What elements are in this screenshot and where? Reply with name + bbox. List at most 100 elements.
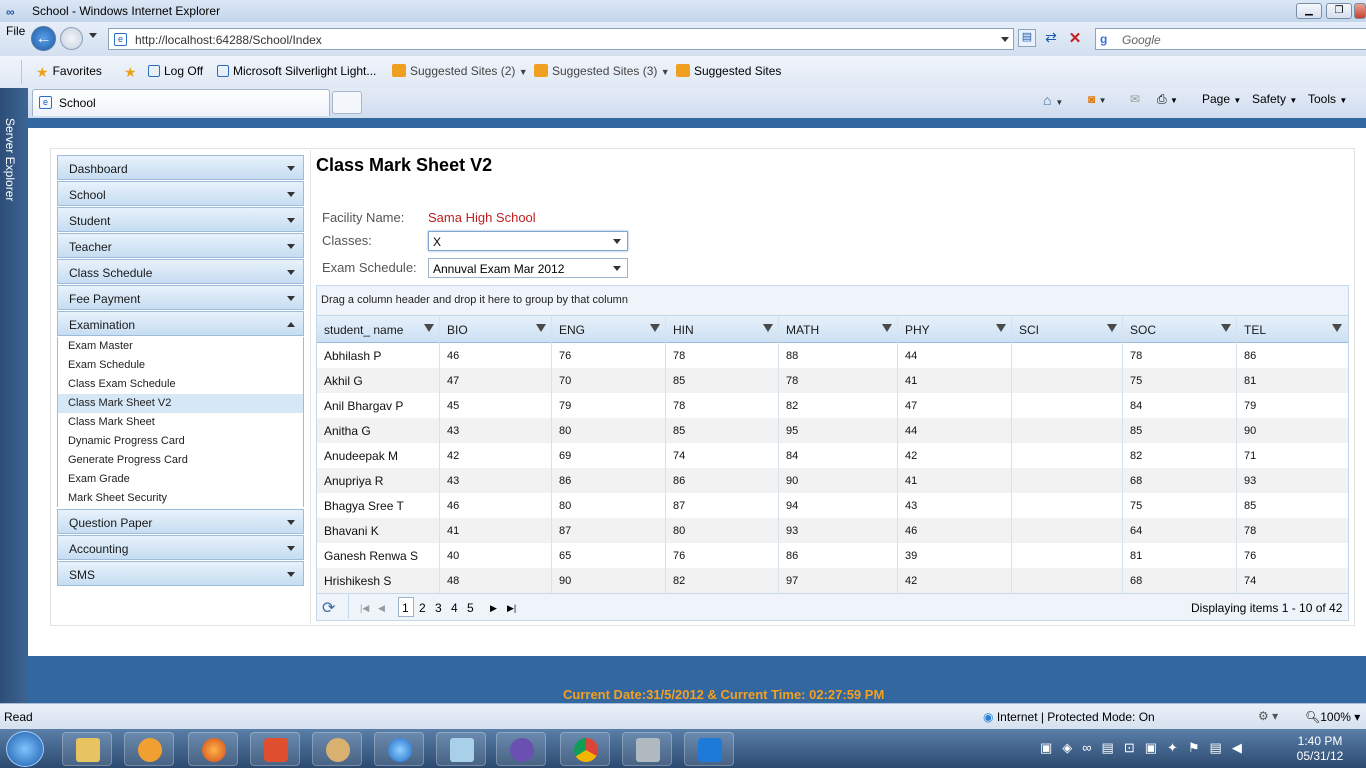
taskbar-ie[interactable] [374,732,424,766]
taskbar-paint[interactable] [312,732,362,766]
menu-sms[interactable]: SMS [57,561,304,586]
table-row[interactable] [317,568,1348,593]
file-menu[interactable]: File [6,24,25,38]
column-header-6[interactable]: SCI [1019,323,1039,337]
add-favorite-icon[interactable]: ★ [124,64,137,81]
table-row[interactable] [317,393,1348,418]
page-menu[interactable]: Page ▼ [1202,92,1241,106]
tools-menu[interactable]: Tools ▼ [1308,92,1347,106]
submenu-mark-sheet-security[interactable]: Mark Sheet Security [68,489,167,508]
filter-icon[interactable] [882,324,892,332]
menu-class-schedule[interactable]: Class Schedule [57,259,304,284]
page-1[interactable]: 1 [402,601,409,615]
menu-examination[interactable]: Examination [57,311,304,336]
server-explorer-panel[interactable]: Server Explorer [0,88,28,703]
submenu-exam-master[interactable]: Exam Master [68,337,133,356]
filter-icon[interactable] [424,324,434,332]
next-page-icon[interactable]: ▶ [490,603,497,614]
submenu-class-exam-schedule[interactable]: Class Exam Schedule [68,375,176,394]
taskbar-notepad[interactable] [436,732,486,766]
protected-mode-icon[interactable]: ⚙ ▾ [1258,709,1278,723]
close-button[interactable] [1354,3,1366,19]
taskbar-media-player[interactable] [124,732,174,766]
column-header-2[interactable]: ENG [559,323,585,337]
classes-select[interactable]: X [428,231,628,251]
menu-question-paper[interactable]: Question Paper [57,509,304,534]
filter-icon[interactable] [650,324,660,332]
home-icon[interactable]: ⌂ ▼ [1043,92,1063,108]
first-page-icon[interactable]: |◀ [360,603,369,614]
last-page-icon[interactable]: ▶| [507,603,516,614]
submenu-exam-grade[interactable]: Exam Grade [68,470,130,489]
fav-suggested-sites[interactable]: Suggested Sites [676,64,781,78]
favorites-sidebar-icon[interactable] [6,60,22,84]
menu-fee-payment[interactable]: Fee Payment [57,285,304,310]
column-header-4[interactable]: MATH [786,323,819,337]
forward-button[interactable] [60,27,83,50]
fav-link-silverlight[interactable]: Microsoft Silverlight Light... [217,64,376,78]
start-button[interactable] [6,731,44,767]
compatibility-icon[interactable]: ▤ [1018,29,1036,47]
feeds-icon[interactable]: ◙ ▼ [1088,92,1107,106]
taskbar-visual-studio[interactable] [496,732,546,766]
page-5[interactable]: 5 [467,601,474,615]
filter-icon[interactable] [536,324,546,332]
table-row[interactable] [317,543,1348,568]
system-tray-icons[interactable]: ▣◈∞▤⊡▣✦⚑▤◀ [1040,740,1280,758]
clock[interactable]: 1:40 PM 05/31/12 [1290,734,1350,764]
group-panel[interactable]: Drag a column header and drop it here to… [317,286,1348,316]
taskbar-teamviewer[interactable] [684,732,734,766]
column-header-1[interactable]: BIO [447,323,468,337]
menu-school[interactable]: School [57,181,304,206]
page-3[interactable]: 3 [435,601,442,615]
submenu-dynamic-progress-card[interactable]: Dynamic Progress Card [68,432,185,451]
menu-dashboard[interactable]: Dashboard [57,155,304,180]
table-row[interactable] [317,518,1348,543]
search-box[interactable]: g Google [1095,28,1366,50]
menu-accounting[interactable]: Accounting [57,535,304,560]
submenu-generate-progress-card[interactable]: Generate Progress Card [68,451,188,470]
refresh-icon[interactable]: ⇄ [1042,29,1060,47]
address-bar[interactable]: e http://localhost:64288/School/Index [108,28,1014,50]
history-dropdown-icon[interactable] [89,33,97,38]
filter-icon[interactable] [1221,324,1231,332]
zoom-control[interactable]: 🔍︎100% ▾ [1305,710,1360,724]
mail-icon[interactable]: ✉ [1130,92,1140,106]
taskbar-tools[interactable] [622,732,672,766]
table-row[interactable] [317,468,1348,493]
table-row[interactable] [317,443,1348,468]
filter-icon[interactable] [1332,324,1342,332]
exam-schedule-select[interactable]: Annuval Exam Mar 2012 [428,258,628,278]
filter-icon[interactable] [763,324,773,332]
menu-teacher[interactable]: Teacher [57,233,304,258]
back-button[interactable]: ← [31,26,56,51]
menu-student[interactable]: Student [57,207,304,232]
filter-icon[interactable] [1107,324,1117,332]
submenu-class-mark-sheet-v2[interactable]: Class Mark Sheet V2 [68,394,171,413]
new-tab-button[interactable] [332,91,362,114]
address-dropdown-icon[interactable] [1001,37,1009,42]
prev-page-icon[interactable]: ◀ [378,603,385,614]
taskbar-chrome[interactable] [560,732,610,766]
column-header-3[interactable]: HIN [673,323,694,337]
security-zone[interactable]: ◉ Internet | Protected Mode: On [983,710,1155,724]
table-row[interactable] [317,368,1348,393]
taskbar-paint-tool[interactable] [250,732,300,766]
table-row[interactable] [317,343,1348,368]
submenu-exam-schedule[interactable]: Exam Schedule [68,356,145,375]
stop-icon[interactable]: ✕ [1066,29,1084,47]
page-2[interactable]: 2 [419,601,426,615]
column-header-5[interactable]: PHY [905,323,930,337]
table-row[interactable] [317,493,1348,518]
column-header-8[interactable]: TEL [1244,323,1266,337]
column-header-7[interactable]: SOC [1130,323,1156,337]
filter-icon[interactable] [996,324,1006,332]
column-header-0[interactable]: student_ name [324,323,403,337]
fav-suggested-sites-3[interactable]: Suggested Sites (3) ▼ [534,64,670,78]
page-4[interactable]: 4 [451,601,458,615]
safety-menu[interactable]: Safety ▼ [1252,92,1297,106]
minimize-button[interactable]: ▁ [1296,3,1322,19]
fav-link-logoff[interactable]: Log Off [148,64,203,78]
restore-button[interactable]: ❐ [1326,3,1352,19]
print-icon[interactable]: ⎙ ▼ [1157,92,1178,107]
